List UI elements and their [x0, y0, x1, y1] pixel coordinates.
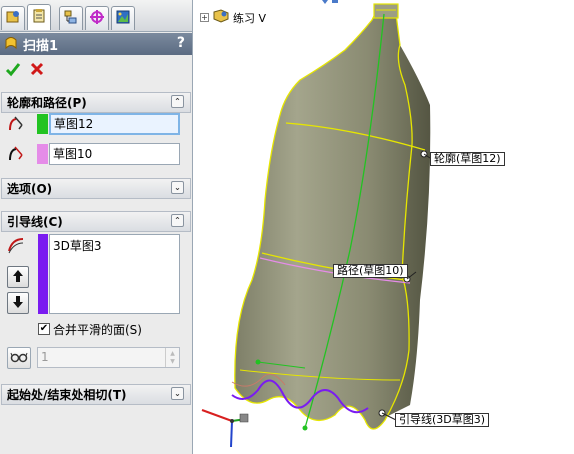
model-view — [201, 0, 431, 448]
profile-selection-row: 草图12 — [0, 113, 190, 135]
section-guides-label: 引导线(C) — [7, 215, 63, 229]
bottle-body — [234, 13, 413, 430]
section-tangency-header[interactable]: 起始处/结束处相切(T) ⌄ — [1, 384, 191, 405]
path-selection-row: 草图10 — [0, 143, 190, 165]
list-item[interactable]: 3D草图3 — [53, 237, 176, 254]
section-guides-header[interactable]: 引导线(C) ⌃ — [1, 211, 191, 232]
expand-chevron-icon[interactable]: ⌄ — [171, 387, 184, 400]
guide-callout[interactable]: 引导线(3D草图3) — [395, 413, 490, 427]
tab-dimxpert-manager[interactable] — [85, 6, 109, 30]
ok-cancel-row — [0, 58, 192, 82]
guide-color-swatch — [38, 234, 48, 314]
expand-chevron-icon[interactable]: ⌄ — [171, 181, 184, 194]
ok-button[interactable] — [3, 60, 23, 80]
tab-configuration-manager[interactable] — [59, 6, 83, 30]
merge-smooth-faces-checkbox[interactable]: ✔ — [38, 323, 50, 335]
part-name: 练习 V — [233, 11, 267, 25]
tab-display-manager[interactable] — [111, 6, 135, 30]
move-up-button[interactable] — [7, 266, 29, 288]
section-count-spinner[interactable]: 1 ▲ ▼ — [37, 347, 180, 368]
cancel-button[interactable] — [27, 60, 47, 80]
path-selection-box[interactable]: 草图10 — [49, 143, 180, 165]
view-toolbar-icons — [322, 0, 338, 4]
help-button[interactable]: ? — [177, 35, 185, 51]
arrow-up-icon — [12, 269, 24, 286]
manager-tabs — [0, 0, 192, 32]
close-icon — [30, 62, 44, 79]
profile-callout[interactable]: 轮廓(草图12) — [430, 152, 505, 166]
guide-curves-list[interactable]: 3D草图3 — [49, 234, 180, 314]
move-down-button[interactable] — [7, 292, 29, 314]
display-manager-icon — [115, 9, 131, 28]
profile-selection-box[interactable]: 草图12 — [49, 113, 180, 135]
feature-tree-icon — [5, 9, 21, 28]
property-icon — [31, 8, 47, 27]
section-count-value: 1 — [41, 350, 49, 364]
collapse-chevron-icon[interactable]: ⌃ — [171, 95, 184, 108]
crosshair-icon — [89, 9, 105, 28]
profile-color-swatch — [37, 114, 48, 134]
feature-tree-root[interactable]: + 练习 V — [200, 9, 266, 26]
part-icon — [213, 9, 229, 26]
section-tangency-label: 起始处/结束处相切(T) — [7, 388, 127, 402]
section-options-label: 选项(O) — [7, 182, 53, 196]
graphics-area[interactable]: + 练习 V 轮廓(草图12) 路径(草图10) 引导线(3D草图3) — [194, 0, 574, 454]
axis-triad — [201, 409, 249, 448]
spinner-arrows-icon[interactable]: ▲ ▼ — [165, 348, 179, 367]
path-color-swatch — [37, 144, 48, 164]
checkmark-icon — [5, 61, 21, 80]
glasses-icon — [10, 351, 28, 366]
collapse-chevron-icon[interactable]: ⌃ — [171, 214, 184, 227]
property-manager-panel: 扫描1 ? 轮廓和路径(P) ⌃ 草图12 草图10 选项(O) ⌄ 引导线(C… — [0, 0, 193, 454]
feature-title-bar: 扫描1 ? — [0, 33, 192, 55]
sweep-icon — [3, 36, 19, 52]
feature-title: 扫描1 — [23, 38, 59, 54]
arrow-down-icon — [12, 295, 24, 312]
guide-curve-icon — [6, 235, 26, 258]
path-sketch-icon — [6, 144, 26, 164]
merge-smooth-faces-label: 合并平滑的面(S) — [53, 323, 142, 337]
tab-property-manager[interactable] — [27, 4, 51, 30]
show-sections-button[interactable] — [7, 347, 31, 369]
path-callout[interactable]: 路径(草图10) — [333, 264, 408, 278]
configuration-icon — [63, 9, 79, 28]
tab-feature-manager[interactable] — [1, 6, 25, 30]
profile-sketch-icon — [6, 114, 26, 134]
expand-icon[interactable]: + — [200, 13, 209, 22]
section-options-header[interactable]: 选项(O) ⌄ — [1, 178, 191, 199]
section-profile-path-header[interactable]: 轮廓和路径(P) ⌃ — [1, 92, 191, 113]
section-profile-path-label: 轮廓和路径(P) — [7, 96, 87, 110]
